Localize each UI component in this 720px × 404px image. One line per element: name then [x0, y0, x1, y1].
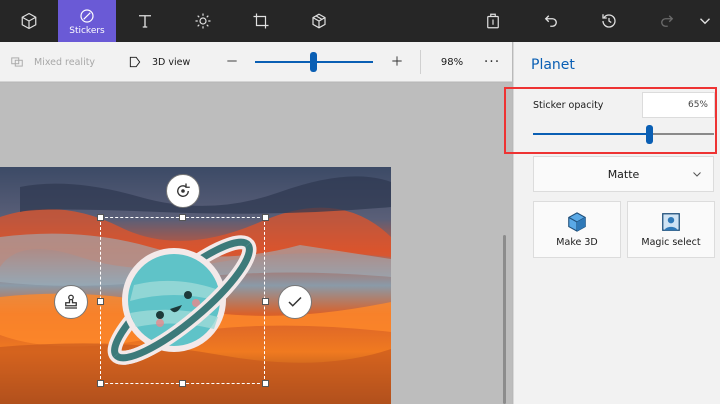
3d-library-icon [312, 13, 326, 29]
3d-view-button[interactable]: 3D view [128, 42, 190, 82]
resize-handle[interactable] [97, 298, 104, 305]
zoom-out-button[interactable] [222, 51, 242, 71]
canvas-button[interactable] [232, 0, 290, 42]
redo-icon [661, 15, 674, 27]
magic-select-button[interactable]: Magic select [627, 201, 715, 258]
history-icon [602, 14, 616, 28]
make-3d-button[interactable]: Make 3D [533, 201, 621, 258]
selection-frame[interactable] [100, 217, 265, 384]
stickers-button[interactable]: Stickers [58, 0, 116, 42]
finish-dropdown[interactable]: Matte [533, 156, 714, 192]
stamp-button[interactable] [54, 285, 88, 319]
mixed-reality-button[interactable]: Mixed reality [10, 42, 95, 82]
3d-cube-icon [568, 212, 586, 232]
commit-button[interactable] [278, 285, 312, 319]
zoom-slider-thumb[interactable] [310, 52, 317, 72]
stamp-icon [65, 294, 77, 309]
rotate-icon [177, 183, 190, 197]
undo-button[interactable] [522, 0, 580, 42]
highlight-annotation [504, 87, 717, 154]
paste-button[interactable] [464, 0, 522, 42]
3d-library-button[interactable] [290, 0, 348, 42]
3d-view-icon [129, 56, 141, 68]
cube-icon [21, 12, 37, 30]
stickers-label: Stickers [69, 26, 105, 36]
rotate-button[interactable] [166, 174, 200, 208]
more-options-button[interactable]: ··· [482, 42, 502, 82]
history-button[interactable] [580, 0, 638, 42]
mixed-reality-icon [11, 57, 23, 67]
zoom-in-button[interactable] [387, 51, 407, 71]
undo-icon [544, 15, 557, 27]
expand-button[interactable] [690, 0, 720, 42]
text-icon [139, 15, 151, 28]
chevron-down-icon [693, 172, 701, 177]
crop-icon [253, 13, 269, 29]
checkmark-icon [288, 296, 302, 307]
finish-dropdown-value: Matte [607, 167, 640, 181]
mixed-reality-label: Mixed reality [34, 56, 96, 68]
resize-handle[interactable] [97, 214, 104, 221]
text-button[interactable] [116, 0, 174, 42]
resize-handle[interactable] [97, 380, 104, 387]
top-toolbar: Stickers [0, 0, 720, 42]
canvas-scrollbar[interactable] [503, 235, 506, 404]
resize-handle[interactable] [262, 214, 269, 221]
minus-icon [227, 60, 237, 62]
panel-title: Planet [531, 57, 575, 73]
resize-handle[interactable] [262, 298, 269, 305]
zoom-percent[interactable]: 98% [432, 42, 472, 82]
magic-select-label: Magic select [641, 237, 701, 248]
sun-icon [195, 13, 211, 29]
make-3d-label: Make 3D [556, 237, 598, 248]
3d-shapes-button[interactable] [0, 0, 58, 42]
resize-handle[interactable] [179, 214, 186, 221]
effects-button[interactable] [174, 0, 232, 42]
toolbar-divider [420, 50, 421, 74]
plus-icon [392, 56, 402, 66]
magic-select-icon [662, 213, 680, 231]
resize-handle[interactable] [179, 380, 186, 387]
chevron-down-icon [700, 18, 710, 25]
redo-button[interactable] [638, 0, 696, 42]
3d-view-label: 3D view [152, 56, 191, 68]
clipboard-icon [487, 13, 499, 29]
sticker-icon [80, 9, 94, 23]
resize-handle[interactable] [262, 380, 269, 387]
